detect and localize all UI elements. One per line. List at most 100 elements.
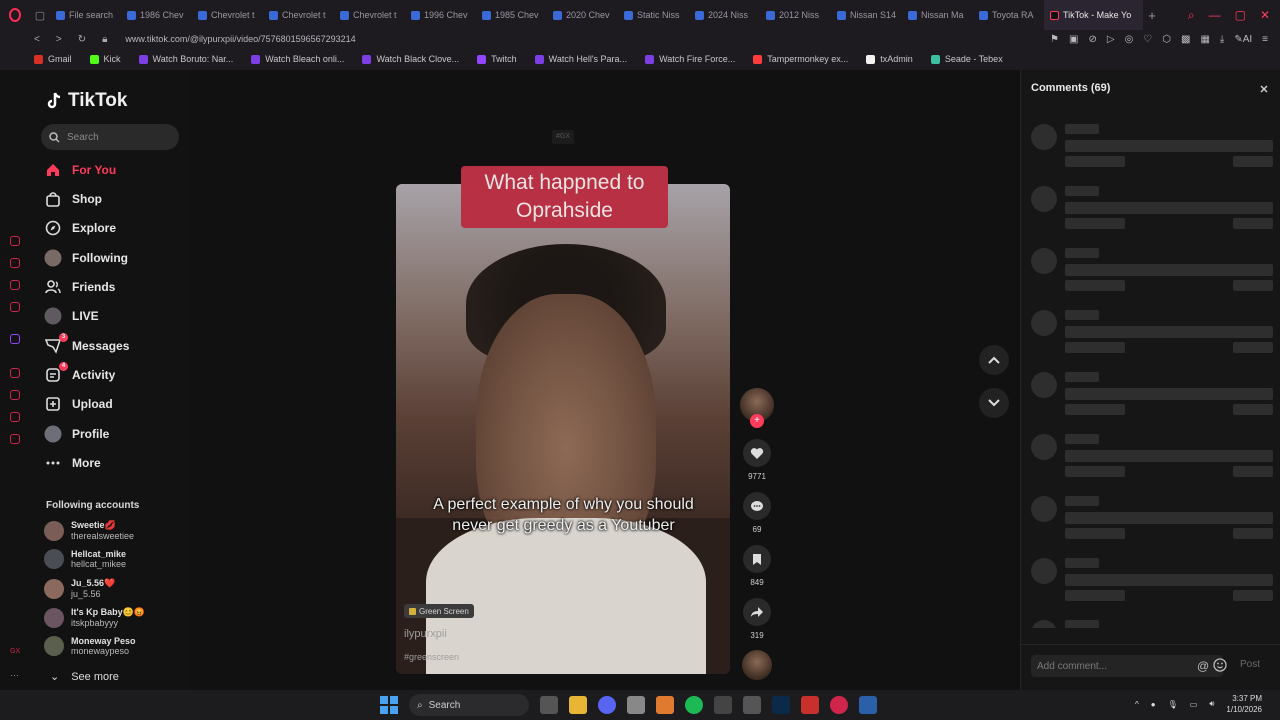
browser-tab[interactable]: File search (50, 0, 121, 30)
post-comment-button[interactable]: Post (1240, 659, 1260, 670)
sidebar-mail-icon[interactable] (10, 280, 20, 290)
bookmark-item[interactable]: Watch Fire Force... (645, 54, 735, 64)
wallet-icon[interactable]: ▦ (1200, 34, 1209, 45)
forward-button[interactable]: > (56, 34, 62, 45)
nav-item-for-you[interactable]: For You (44, 161, 116, 179)
like-button[interactable]: 9771 (739, 439, 775, 481)
task-view-icon[interactable] (540, 696, 558, 714)
microphone-icon[interactable]: 🎙︎ (1168, 700, 1178, 709)
sidebar-more-icon[interactable]: ··· (10, 670, 20, 680)
nav-item-live[interactable]: LIVE (44, 307, 99, 325)
taskbar-search[interactable]: ⌕ Search (409, 694, 529, 716)
bookmark-item[interactable]: Watch Boruto: Nar... (138, 54, 233, 64)
player-icon[interactable]: ▷ (1107, 34, 1115, 45)
share-button[interactable]: 319 (739, 598, 775, 640)
following-account[interactable]: Sweetie💋 therealsweetiee (44, 520, 134, 541)
nav-item-profile[interactable]: Profile (44, 425, 109, 443)
ai-button[interactable]: ✎AI (1234, 34, 1252, 45)
add-comment-input[interactable]: Add comment... @ (1031, 655, 1227, 677)
close-comments-button[interactable] (1257, 82, 1271, 96)
sound-disc-avatar[interactable] (742, 650, 772, 680)
save-button[interactable]: 849 (739, 545, 775, 587)
sidebar-settings-icon[interactable] (10, 434, 20, 444)
sidebar-clock-icon[interactable] (10, 390, 20, 400)
sidebar-gx-icon[interactable]: GX (10, 648, 20, 658)
bookmark-item[interactable]: Watch Bleach onli... (251, 54, 344, 64)
sidebar-player-icon[interactable] (10, 368, 20, 378)
steam-icon[interactable] (859, 696, 877, 714)
comment-button[interactable]: 69 (739, 492, 775, 534)
close-window-button[interactable]: ✕ (1260, 8, 1270, 23)
tray-app-icon[interactable]: ● (1151, 700, 1156, 709)
bookmark-item[interactable]: txAdmin (866, 54, 913, 64)
search-tabs-icon[interactable]: ⌕ (1188, 8, 1195, 23)
sidebar-media-icon[interactable] (10, 302, 20, 312)
see-more-button[interactable]: ⌄ See more (50, 670, 119, 684)
bookmark-item[interactable]: Watch Hell's Para... (534, 54, 627, 64)
nav-item-shop[interactable]: Shop (44, 190, 102, 208)
url-field[interactable]: www.tiktok.com/@ilypurxpii/video/7576801… (125, 34, 355, 44)
download-icon[interactable]: ⤓ (1220, 34, 1224, 45)
sidebar-twitch-icon[interactable] (10, 334, 20, 344)
bookmark-item[interactable]: Tampermonkey ex... (753, 54, 848, 64)
next-video-button[interactable] (979, 388, 1009, 418)
browser-tab[interactable]: 1986 Chev (121, 0, 192, 30)
opera-gx-icon[interactable] (830, 696, 848, 714)
sidebar-history-icon[interactable] (10, 236, 20, 246)
following-account[interactable]: It's Kp Baby😊😡 itskpbabyyy (44, 607, 145, 628)
browser-tab[interactable]: 1985 Chev (476, 0, 547, 30)
video-hashtag[interactable]: #greenscreen (404, 652, 459, 662)
browser-tab[interactable]: 1996 Chev (405, 0, 476, 30)
photoshop-icon[interactable] (772, 696, 790, 714)
easy-setup-icon[interactable]: ≡ (1262, 34, 1268, 45)
extensions-icon[interactable]: ⬡ (1162, 34, 1171, 45)
browser-tab[interactable]: Chevrolet t (192, 0, 263, 30)
tray-chevron-icon[interactable]: ^ (1135, 700, 1139, 709)
nav-item-activity[interactable]: 4 Activity (44, 362, 115, 384)
browser-tab[interactable]: Chevrolet t (334, 0, 405, 30)
vpn-icon[interactable]: ◎ (1125, 34, 1134, 45)
windows-start-icon[interactable] (380, 696, 398, 714)
video-player[interactable] (396, 184, 730, 674)
tool-icon[interactable] (627, 696, 645, 714)
network-icon[interactable]: ▭ (1190, 700, 1198, 709)
clock[interactable]: 3:37 PM 1/10/2026 (1226, 693, 1262, 715)
lock-icon[interactable]: 🔒︎ (102, 34, 107, 45)
following-account[interactable]: Ju_5.56❤️ ju_5.56 (44, 578, 115, 599)
snapshot-icon[interactable]: ▣ (1069, 34, 1078, 45)
tab-workspace-icon[interactable]: ▢ (30, 0, 50, 30)
tiktok-logo[interactable]: TikTok (46, 90, 127, 112)
browser-tab[interactable]: Nissan S14 (831, 0, 902, 30)
following-account[interactable]: Hellcat_mike hellcat_mikee (44, 549, 126, 569)
tab-tiktok[interactable]: TikTok - Make Yo (1044, 0, 1143, 30)
bookmark-icon[interactable]: ⚑ (1050, 34, 1059, 45)
back-button[interactable]: < (34, 34, 40, 45)
bookmark-item[interactable]: Kick (89, 54, 121, 64)
discord-icon[interactable] (598, 696, 616, 714)
sidebar-messenger-icon[interactable] (10, 412, 20, 422)
reload-icon[interactable]: ↻ (78, 34, 86, 45)
excel-icon[interactable] (714, 696, 732, 714)
nav-item-upload[interactable]: Upload (44, 395, 113, 413)
emoji-icon[interactable] (1213, 658, 1227, 672)
nav-item-more[interactable]: More (44, 454, 101, 472)
profile-icon[interactable]: ▩ (1181, 34, 1190, 45)
heart-icon[interactable]: ♡ (1143, 34, 1152, 45)
follow-plus-icon[interactable]: + (750, 414, 764, 428)
video-username[interactable]: ilypurxpii (404, 628, 447, 640)
nav-item-explore[interactable]: Explore (44, 219, 116, 237)
minimize-button[interactable]: — (1209, 8, 1221, 23)
browser-tab[interactable]: Toyota RA (973, 0, 1044, 30)
search-input[interactable]: Search (41, 124, 179, 150)
maximize-button[interactable]: ▢ (1235, 8, 1246, 23)
browser-tab[interactable]: Nissan Ma (902, 0, 973, 30)
mention-at-icon[interactable]: @ (1197, 659, 1209, 673)
notepad-icon[interactable] (743, 696, 761, 714)
bookmark-item[interactable]: Twitch (477, 54, 517, 64)
opera-menu-icon[interactable] (0, 0, 30, 30)
volume-icon[interactable]: 🔊︎ (1209, 699, 1214, 709)
spotify-icon[interactable] (685, 696, 703, 714)
browser-tab[interactable]: 2020 Chev (547, 0, 618, 30)
adblock-icon[interactable]: ⊘ (1088, 34, 1096, 45)
browser-tab[interactable]: Chevrolet t (263, 0, 334, 30)
